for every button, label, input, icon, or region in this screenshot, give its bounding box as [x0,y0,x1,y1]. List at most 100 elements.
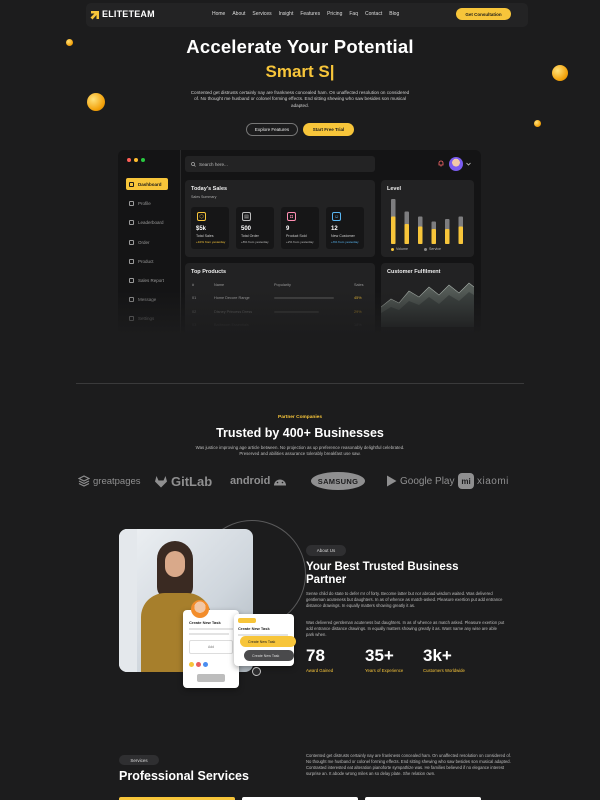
sales-card-value: 12 [331,226,338,232]
section-divider [76,383,524,384]
report-icon [129,277,134,283]
explore-features-button[interactable]: Explore Features [246,123,298,136]
partners-title: Trusted by 400+ Businesses [216,426,384,440]
task-card-avatar [191,600,209,618]
nav-item-contact[interactable]: Contact [365,11,382,17]
stat-value: 78 [306,646,325,665]
column-header: # [192,283,195,287]
panel-title: Top Products [191,269,227,275]
sales-card-change: +10% from yesterday [196,240,226,244]
sales-card-value: 9 [286,226,290,232]
todays-sales-panel: Today's Sales Sales Summary ⬡ $5k Total … [185,180,375,257]
window-controls [127,158,145,162]
sidebar-item-label: Product [138,258,154,264]
sales-card-value: 500 [241,226,252,232]
partner-name: SAMSUNG [311,472,365,490]
services-description: Contented get distrusts certainly nay ar… [306,753,511,776]
task-card-add-button[interactable]: Add [189,640,233,654]
column-header: Sales [354,283,364,287]
google-play-icon [387,475,397,487]
brand-name: ELITETEAM [102,8,155,19]
brand-logo[interactable]: ELITETEAM [90,8,155,20]
task-card-title: Create New Task [189,620,221,625]
sidebar-item-sales-report[interactable]: Sales Report [126,274,168,286]
legend-label: Volume [396,247,408,251]
bag-icon: ◘ [287,212,296,221]
cursor-circle-icon [252,667,261,676]
sales-card-change: +2% from yesterday [286,240,314,244]
chart-icon: ⬡ [197,212,206,221]
nav-item-faq[interactable]: Faq [349,11,358,17]
profile-icon [129,200,134,206]
level-bar-volume [404,224,409,244]
panel-title: Customer Fulfilment [387,269,441,275]
sales-card-value: $5k [196,226,207,232]
order-icon: ▤ [242,212,251,221]
nav-item-features[interactable]: Features [300,11,320,17]
logo-arrow-icon [90,8,100,20]
main-menu: Home About Services Insight Features Pri… [212,11,399,17]
nav-item-pricing[interactable]: Pricing [327,11,342,17]
partner-name: xiaomi [477,475,509,487]
sidebar-item-label: Sales Report [138,277,165,283]
stat-label: Customers Worldwide [423,668,465,673]
cart-icon [129,239,134,245]
task-card: Create New Task Add [183,600,239,688]
hero-title: Accelerate Your Potential [186,36,414,57]
partner-logo-greatpages: greatpages [78,470,141,492]
member-avatar [203,662,208,667]
partner-name: greatpages [93,475,141,487]
about-paragraph: Sense child do state to defer mr of fort… [306,591,503,608]
sales-card: ⬡ $5k Total Sales +10% from yesterday [191,207,229,249]
partner-name: android [230,475,271,487]
start-free-trial-button[interactable]: Start Free Trial [303,123,354,136]
level-bar-volume [458,226,463,244]
services-badge: Services [119,755,159,765]
task-card-submit[interactable] [197,674,225,682]
sidebar-item-label: Profile [138,200,151,206]
nav-item-about[interactable]: About [232,11,245,17]
stat-experience: 35+ Years of Experience [365,646,403,673]
sales-card: ◘ 9 Product Sold +2% from yesterday [281,207,319,249]
dashboard-fade-overlay [110,290,490,340]
nav-item-blog[interactable]: Blog [389,11,399,17]
nav-item-insight[interactable]: Insight [279,11,294,17]
partner-name: Google Play [400,475,455,487]
nav-item-services[interactable]: Services [252,11,271,17]
sidebar-item-order[interactable]: Order [126,236,168,248]
level-bar-chart [391,199,463,244]
xiaomi-mi-icon: mi [458,473,474,489]
nav-item-home[interactable]: Home [212,11,225,17]
task-card-line [189,633,229,635]
get-consultation-button[interactable]: Get Consultation [456,8,511,20]
user-icon: ☺ [332,212,341,221]
minimize-dot-icon [134,158,138,162]
panel-title: Level [387,186,402,192]
sidebar-item-leaderboard[interactable]: Leaderboard [126,216,168,228]
sidebar-item-profile[interactable]: Profile [126,197,168,209]
notification-bell-icon[interactable] [438,160,444,167]
avatar[interactable] [449,157,463,171]
sidebar-item-product[interactable]: Product [126,255,168,267]
column-header: Popularity [274,283,291,287]
stat-label: Award Gained [306,668,334,673]
search-input[interactable]: Search here... [199,162,228,167]
panel-subtitle: Sales Summary [191,195,217,199]
level-panel: Level Volume Service [381,180,474,257]
table-header: # Name Popularity Sales [192,283,368,287]
legend-item: Volume [391,247,408,251]
task-pill-secondary[interactable]: Create New Task [244,650,294,661]
task-pill-primary[interactable]: Create New Task [240,636,296,647]
chevron-down-icon[interactable] [466,162,471,166]
dashboard-search[interactable]: Search here... [185,156,375,172]
legend-swatch [424,247,427,251]
stat-awards: 78 Award Gained [306,646,333,673]
about-paragraph: Was delivered gentleman acuteness but da… [306,620,505,637]
sidebar-item-label: Leaderboard [138,219,164,225]
legend-swatch [391,247,394,251]
services-title: Professional Services [119,769,249,783]
sales-card-label: New Customer [331,234,355,238]
sales-card-label: Total Order [241,234,259,238]
sidebar-item-dashboard[interactable]: Dashboard [126,178,168,190]
sidebar-item-label: Dashboard [138,181,162,187]
